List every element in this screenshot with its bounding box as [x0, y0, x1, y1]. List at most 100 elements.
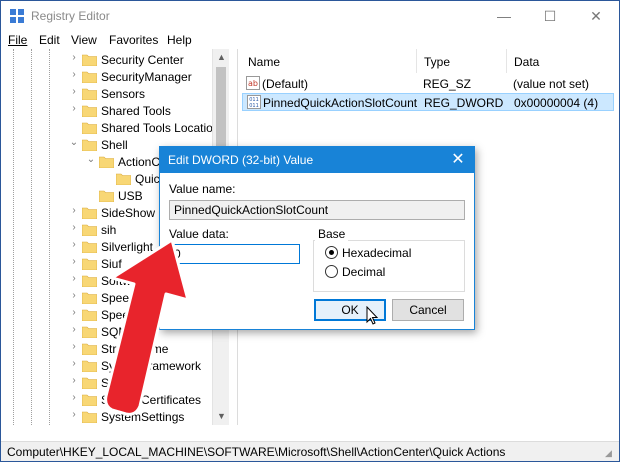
value-name-label: Value name:: [169, 182, 236, 196]
menu-bar: File Edit View Favorites Help: [1, 31, 619, 49]
svg-text:ab: ab: [248, 79, 258, 88]
status-path: Computer\HKEY_LOCAL_MACHINE\SOFTWARE\Mic…: [7, 445, 506, 459]
folder-icon: [116, 173, 131, 185]
tree-item-label: Security Center: [101, 53, 184, 67]
red-arrow-annotation: [104, 238, 190, 416]
chevron-right-icon[interactable]: ›: [69, 290, 79, 301]
folder-icon: [82, 411, 97, 423]
menu-file[interactable]: File: [8, 33, 27, 47]
tree-item[interactable]: › Shared Tools: [1, 102, 226, 119]
tree-item[interactable]: › Sensors: [1, 85, 226, 102]
chevron-right-icon[interactable]: ›: [69, 307, 79, 318]
decimal-radio[interactable]: [325, 265, 338, 278]
folder-icon: [99, 190, 114, 202]
column-separator[interactable]: [506, 49, 507, 73]
minimize-button[interactable]: —: [481, 1, 527, 31]
column-separator[interactable]: [416, 49, 417, 73]
chevron-right-icon[interactable]: ›: [69, 273, 79, 284]
tree-item[interactable]: Shared Tools Location: [1, 119, 226, 136]
tree-item-label: Shared Tools Location: [101, 121, 220, 135]
tree-item-label: USB: [118, 189, 143, 203]
chevron-right-icon[interactable]: ›: [69, 375, 79, 386]
tree-item-label: ActionC: [118, 155, 161, 169]
close-button[interactable]: ✕: [573, 1, 619, 31]
chevron-right-icon[interactable]: ›: [69, 341, 79, 352]
registry-editor-icon: [10, 9, 24, 23]
folder-icon: [82, 105, 97, 117]
column-header-name[interactable]: Name: [248, 55, 280, 69]
tree-item-label: Shell: [101, 138, 128, 152]
chevron-right-icon[interactable]: ›: [69, 69, 79, 80]
binary-value-icon: 011011: [247, 95, 261, 109]
folder-icon: [82, 122, 97, 134]
list-item[interactable]: ab (Default) REG_SZ (value not set): [242, 75, 614, 93]
folder-icon: [82, 292, 97, 304]
chevron-right-icon[interactable]: ›: [69, 239, 79, 250]
value-data-cell: (value not set): [513, 77, 590, 91]
mouse-pointer-icon: [366, 306, 379, 325]
scroll-up-arrow-icon[interactable]: ▲: [217, 52, 226, 62]
chevron-right-icon[interactable]: ›: [69, 86, 79, 97]
folder-icon: [82, 343, 97, 355]
chevron-right-icon[interactable]: ›: [69, 392, 79, 403]
folder-icon: [82, 377, 97, 389]
title-bar: Registry Editor — ☐ ✕: [1, 1, 619, 31]
menu-view[interactable]: View: [71, 33, 97, 47]
menu-file-label: File: [8, 33, 28, 47]
dialog-close-icon[interactable]: ✕: [446, 150, 470, 170]
dialog-title-bar[interactable]: Edit DWORD (32-bit) Value ✕: [160, 147, 474, 173]
folder-icon: [82, 207, 97, 219]
maximize-button[interactable]: ☐: [527, 1, 573, 31]
tree-item-label: SecurityManager: [101, 70, 192, 84]
tree-item-label: sih: [101, 223, 117, 237]
column-header-data[interactable]: Data: [514, 55, 539, 69]
folder-icon: [82, 360, 97, 372]
value-name-field: PinnedQuickActionSlotCount: [169, 200, 465, 220]
value-type-cell: REG_SZ: [423, 77, 472, 91]
folder-icon: [99, 156, 114, 168]
value-name-cell: PinnedQuickActionSlotCount: [263, 96, 418, 110]
folder-icon: [82, 309, 97, 321]
menu-edit[interactable]: Edit: [39, 33, 60, 47]
folder-icon: [82, 275, 97, 287]
chevron-right-icon[interactable]: ›: [69, 409, 79, 420]
folder-icon: [82, 71, 97, 83]
tree-item-label: Quic: [135, 172, 160, 186]
chevron-right-icon[interactable]: ›: [69, 324, 79, 335]
folder-icon: [82, 88, 97, 100]
scroll-down-arrow-icon[interactable]: ▼: [217, 411, 226, 421]
tree-item-label: SideShow: [101, 206, 156, 220]
hexadecimal-label[interactable]: Hexadecimal: [342, 246, 411, 260]
status-bar: Computer\HKEY_LOCAL_MACHINE\SOFTWARE\Mic…: [1, 441, 619, 461]
chevron-right-icon[interactable]: ›: [69, 103, 79, 114]
resize-grip-icon[interactable]: ◢: [605, 448, 612, 459]
string-value-icon: ab: [246, 76, 260, 90]
menu-help[interactable]: Help: [167, 33, 192, 47]
hexadecimal-radio[interactable]: [325, 246, 338, 259]
menu-favorites[interactable]: Favorites: [109, 33, 158, 47]
tree-item[interactable]: › SecurityManager: [1, 68, 226, 85]
radio-selected-dot: [329, 250, 334, 255]
folder-icon: [82, 258, 97, 270]
chevron-right-icon[interactable]: ›: [69, 256, 79, 267]
chevron-right-icon[interactable]: ›: [69, 358, 79, 369]
tree-item[interactable]: › Security Center: [1, 51, 226, 68]
decimal-label[interactable]: Decimal: [342, 265, 385, 279]
folder-icon: [82, 224, 97, 236]
tree-item-label: Sensors: [101, 87, 146, 101]
edit-dword-dialog: Edit DWORD (32-bit) Value ✕ Value name: …: [159, 146, 475, 330]
chevron-right-icon[interactable]: ›: [69, 222, 79, 233]
list-item[interactable]: 011 011 PinnedQuickActionSlotCount REG_DWOR…: [242, 93, 614, 111]
chevron-down-icon[interactable]: ⌄: [86, 154, 96, 165]
folder-icon: [82, 241, 97, 253]
column-header-type[interactable]: Type: [424, 55, 450, 69]
cancel-button[interactable]: Cancel: [392, 299, 464, 321]
chevron-right-icon[interactable]: ›: [69, 52, 79, 63]
chevron-right-icon[interactable]: ›: [69, 205, 79, 216]
chevron-down-icon[interactable]: ⌄: [69, 137, 79, 148]
folder-icon: [82, 394, 97, 406]
value-data-cell: 0x00000004 (4): [514, 96, 599, 110]
folder-icon: [82, 326, 97, 338]
value-name-cell: (Default): [262, 77, 309, 91]
folder-icon: [82, 54, 97, 66]
